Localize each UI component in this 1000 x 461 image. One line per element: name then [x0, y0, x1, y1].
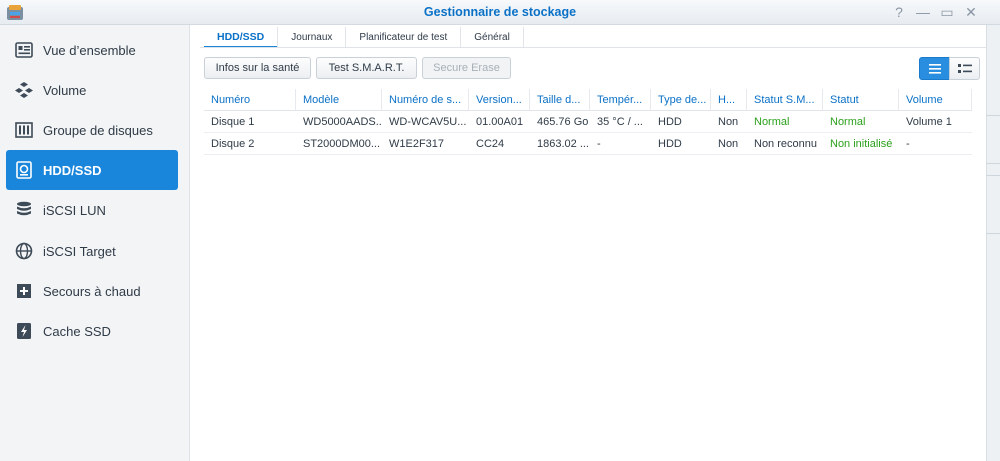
column-header[interactable]: Version... — [469, 89, 530, 111]
list-view-icon — [928, 63, 941, 74]
sidebar-item-hot-spare[interactable]: Secours à chaud — [6, 271, 178, 311]
sidebar-item-label: Secours à chaud — [43, 283, 141, 299]
cell-temperature: 35 °C / ... — [597, 116, 643, 128]
sidebar-item-label: Groupe de disques — [43, 122, 153, 138]
overview-icon — [14, 40, 34, 60]
cell-number: Disque 2 — [211, 138, 255, 150]
health-info-button[interactable]: Infos sur la santé — [204, 57, 311, 79]
sidebar-item-iscsi-lun[interactable]: iSCSI LUN — [6, 190, 178, 230]
cell-model: WD5000AADS... — [303, 116, 382, 128]
table-header: Numéro Modèle Numéro de s... Version... … — [204, 89, 972, 111]
cell-volume: - — [906, 138, 910, 150]
divider — [987, 233, 1000, 234]
cell-size: 465.76 Go — [537, 116, 589, 128]
sidebar-item-overview[interactable]: Vue d’ensemble — [6, 30, 178, 70]
cell-serial: WD-WCAV5U... — [389, 116, 467, 128]
column-header[interactable]: Numéro — [204, 89, 296, 111]
column-header[interactable]: Taille d... — [530, 89, 590, 111]
sidebar-item-disk-group[interactable]: Groupe de disques — [6, 110, 178, 150]
sidebar-item-label: iSCSI LUN — [43, 202, 106, 218]
column-header[interactable]: Statut S.M... — [747, 89, 823, 111]
tab-test-scheduler[interactable]: Planificateur de test — [346, 27, 462, 47]
background-window-edge — [986, 25, 1000, 461]
detail-view-button[interactable] — [949, 57, 980, 80]
sidebar-item-hdd-ssd[interactable]: HDD/SSD — [6, 150, 178, 190]
cell-disk-type: HDD — [658, 116, 682, 128]
divider — [987, 163, 1000, 164]
tab-hdd-ssd[interactable]: HDD/SSD — [204, 27, 279, 48]
cell-firmware: 01.00A01 — [476, 116, 524, 128]
tab-logs[interactable]: Journaux — [278, 27, 347, 47]
iscsi-lun-icon — [14, 200, 34, 220]
table-row[interactable]: Disque 1 WD5000AADS... WD-WCAV5U... 01.0… — [204, 111, 972, 133]
disk-group-icon — [14, 120, 34, 140]
help-icon[interactable]: ? — [890, 3, 908, 21]
cell-status: Normal — [830, 116, 866, 128]
column-header[interactable]: Statut — [823, 89, 899, 111]
cell-size: 1863.02 ... — [537, 138, 589, 150]
window-title: Gestionnaire de stockage — [423, 5, 577, 19]
cell-model: ST2000DM00... — [303, 138, 381, 150]
sidebar-item-label: HDD/SSD — [43, 162, 102, 178]
sidebar-item-volume[interactable]: Volume — [6, 70, 178, 110]
secure-erase-button[interactable]: Secure Erase — [422, 57, 511, 79]
column-header[interactable]: Tempér... — [590, 89, 651, 111]
sidebar: Vue d’ensemble Volume Groupe de disques … — [0, 25, 190, 461]
hdd-icon — [14, 160, 34, 180]
table-row[interactable]: Disque 2 ST2000DM00... W1E2F317 CC24 186… — [204, 133, 972, 155]
cell-smart-status: Normal — [754, 116, 790, 128]
hot-spare-icon — [14, 281, 34, 301]
sidebar-item-label: iSCSI Target — [43, 243, 116, 259]
sidebar-item-label: Cache SSD — [43, 323, 111, 339]
ssd-cache-icon — [14, 321, 34, 341]
title-bar: Gestionnaire de stockage ? — ▭ ✕ — [0, 0, 1000, 25]
column-header[interactable]: Modèle — [296, 89, 382, 111]
cell-hot-spare: Non — [718, 138, 739, 150]
cell-disk-type: HDD — [658, 138, 682, 150]
sidebar-item-ssd-cache[interactable]: Cache SSD — [6, 311, 178, 351]
sidebar-item-label: Vue d’ensemble — [43, 42, 136, 58]
column-header[interactable]: H... — [711, 89, 747, 111]
minimize-icon[interactable]: — — [914, 3, 932, 21]
tab-bar: HDD/SSD Journaux Planificateur de test G… — [204, 27, 524, 48]
column-header[interactable]: Type de... — [651, 89, 711, 111]
sidebar-item-iscsi-target[interactable]: iSCSI Target — [6, 231, 178, 271]
sidebar-item-label: Volume — [43, 82, 87, 98]
detail-view-icon — [957, 63, 972, 73]
cell-temperature: - — [597, 138, 601, 150]
divider — [987, 175, 1000, 176]
divider — [987, 115, 1000, 116]
tab-divider — [200, 47, 986, 48]
cell-volume: Volume 1 — [906, 116, 952, 128]
cell-smart-status: Non reconnu — [754, 138, 817, 150]
iscsi-target-icon — [14, 241, 34, 261]
volume-icon — [14, 80, 34, 100]
tab-general[interactable]: Général — [461, 27, 524, 47]
close-icon[interactable]: ✕ — [962, 3, 980, 21]
cell-number: Disque 1 — [211, 116, 255, 128]
smart-test-button[interactable]: Test S.M.A.R.T. — [316, 57, 417, 79]
cell-status: Non initialisé — [830, 138, 893, 150]
cell-hot-spare: Non — [718, 116, 739, 128]
column-header[interactable]: Numéro de s... — [382, 89, 469, 111]
maximize-icon[interactable]: ▭ — [938, 3, 956, 21]
cell-serial: W1E2F317 — [389, 138, 445, 150]
cell-firmware: CC24 — [476, 138, 505, 150]
column-header[interactable]: Volume — [899, 89, 972, 111]
list-view-button[interactable] — [919, 57, 950, 80]
